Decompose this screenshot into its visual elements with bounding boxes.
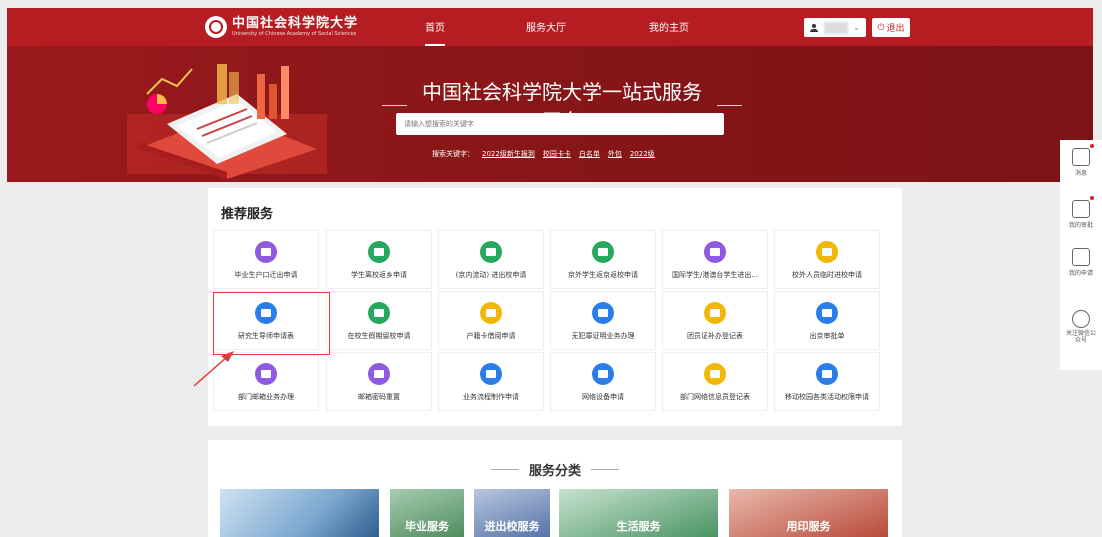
service-tile[interactable]: 毕业生户口迁出申请: [213, 230, 319, 289]
message-icon: [1072, 144, 1094, 166]
user-name-blurred: [824, 21, 848, 34]
id-card-icon: [704, 363, 726, 385]
sidebar-item-my-applications[interactable]: 我的申请: [1060, 248, 1102, 277]
hot-keyword[interactable]: 2022级新生报到: [482, 149, 535, 159]
floating-sidebar: 消息 我的审批 我的申请 关注微信公众号: [1060, 140, 1102, 370]
card-icon: [816, 241, 838, 263]
service-tile[interactable]: 团员证补办登记表: [662, 291, 768, 350]
service-tile[interactable]: 在校生假期留校申请: [326, 291, 432, 350]
service-tile[interactable]: 出京审批单: [774, 291, 880, 350]
service-tile[interactable]: 国际学生/港澳台学生进出...: [662, 230, 768, 289]
service-categories-panel: 服务分类 毕业服务 进出校服务 生活服务 用印服务: [208, 440, 902, 537]
category-image[interactable]: [220, 489, 379, 537]
red-arrow-annotation: [193, 351, 234, 387]
category-campus-access[interactable]: 进出校服务: [474, 489, 550, 537]
service-label: 邮箱密码重置: [358, 393, 400, 401]
highlight-box: [213, 292, 330, 355]
hot-keyword[interactable]: 外包: [608, 149, 622, 159]
user-icon: [810, 23, 818, 32]
service-label: 部门网络信息员登记表: [680, 393, 750, 401]
category-seal[interactable]: 用印服务: [729, 489, 888, 537]
hot-keyword[interactable]: 校园卡卡: [543, 149, 571, 159]
section-title: 推荐服务: [221, 207, 274, 222]
wechat-icon: [1072, 310, 1090, 328]
form-icon: [816, 302, 838, 324]
service-tile[interactable]: 校外人员临时进校申请: [774, 230, 880, 289]
service-label: 网络设备申请: [582, 393, 624, 401]
emblem-icon: [205, 16, 227, 38]
service-label: (京内流动) 进出校申请: [455, 271, 527, 279]
approval-icon: [1072, 196, 1094, 218]
card-icon: [368, 241, 390, 263]
service-label: 无犯罪证明业务办理: [571, 332, 635, 340]
university-logo[interactable]: 中国社会科学院大学 University of Chinese Academy …: [205, 15, 358, 39]
pen-icon: [592, 363, 614, 385]
service-label: 国际学生/港澳台学生进出...: [671, 271, 759, 279]
nav-home[interactable]: 首页: [425, 19, 445, 47]
service-label: 移动校园各类活动权限申请: [785, 393, 869, 401]
service-tile[interactable]: 邮箱密码重置: [326, 352, 432, 411]
service-label: 在校生假期留校申请: [347, 332, 411, 340]
form-icon: [592, 302, 614, 324]
sidebar-item-wechat[interactable]: 关注微信公众号: [1060, 310, 1102, 344]
hot-keywords: 搜索关键字： 2022级新生报到 校园卡卡 白名单 外包 2022级: [432, 149, 655, 159]
service-tile[interactable]: 京外学生返京返校申请: [550, 230, 656, 289]
application-icon: [1072, 248, 1090, 266]
service-label: 户籍卡借阅申请: [466, 332, 516, 340]
document-icon: [480, 363, 502, 385]
service-tile[interactable]: (京内流动) 进出校申请: [438, 230, 544, 289]
document-icon: [480, 302, 502, 324]
card-icon: [592, 241, 614, 263]
service-label: 学生离校返乡申请: [351, 271, 407, 279]
service-tile[interactable]: 移动校园各类活动权限申请: [774, 352, 880, 411]
user-dropdown[interactable]: ⌄: [804, 18, 866, 37]
service-label: 出京审批单: [809, 332, 845, 340]
hot-keyword[interactable]: 2022级: [630, 149, 655, 159]
book-icon: [704, 241, 726, 263]
service-label: 校外人员临时进校申请: [792, 271, 862, 279]
id-card-icon: [704, 302, 726, 324]
service-label: 部门邮箱业务办理: [238, 393, 294, 401]
service-tile[interactable]: 户籍卡借阅申请: [438, 291, 544, 350]
service-label: 业务流程制作申请: [463, 393, 519, 401]
nav-my-homepage[interactable]: 我的主页: [649, 19, 689, 34]
service-label: 京外学生返京返校申请: [568, 271, 638, 279]
search-input[interactable]: [396, 113, 724, 135]
chevron-down-icon: ⌄: [853, 23, 860, 32]
service-label: 毕业生户口迁出申请: [234, 271, 298, 279]
card-icon: [368, 302, 390, 324]
service-tile[interactable]: 业务流程制作申请: [438, 352, 544, 411]
banner-illustration: [127, 64, 327, 179]
document-icon: [255, 241, 277, 263]
hot-keyword[interactable]: 白名单: [579, 149, 600, 159]
logo-title: 中国社会科学院大学: [232, 16, 359, 31]
category-graduation[interactable]: 毕业服务: [390, 489, 464, 537]
service-tile[interactable]: 网络设备申请: [550, 352, 656, 411]
card-icon: [480, 241, 502, 263]
sidebar-item-my-approvals[interactable]: 我的审批: [1060, 196, 1102, 229]
top-navigation-bar: 中国社会科学院大学 University of Chinese Academy …: [7, 8, 1093, 47]
service-tile[interactable]: 学生离校返乡申请: [326, 230, 432, 289]
mail-icon: [255, 363, 277, 385]
category-life[interactable]: 生活服务: [559, 489, 718, 537]
sidebar-item-messages[interactable]: 消息: [1060, 144, 1102, 177]
service-tile[interactable]: 部门网络信息员登记表: [662, 352, 768, 411]
hero-banner: 中国社会科学院大学一站式服务平台 搜索关键字： 2022级新生报到 校园卡卡 白…: [7, 46, 1093, 182]
service-label: 团员证补办登记表: [687, 332, 743, 340]
power-icon: ⏻: [877, 22, 885, 33]
service-tile[interactable]: 无犯罪证明业务办理: [550, 291, 656, 350]
mail-icon: [368, 363, 390, 385]
logout-button[interactable]: ⏻ 退出: [872, 18, 910, 37]
nav-service-hall[interactable]: 服务大厅: [526, 19, 566, 34]
logo-subtitle: University of Chinese Academy of Social …: [232, 31, 357, 37]
form-icon: [816, 363, 838, 385]
section-title: 服务分类: [208, 460, 902, 479]
